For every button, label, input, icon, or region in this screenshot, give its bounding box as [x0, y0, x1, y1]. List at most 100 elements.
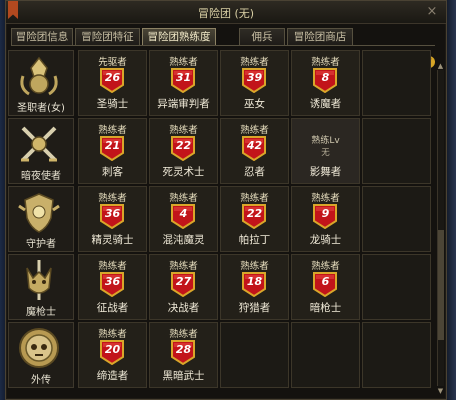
demon-spear-crest-icon — [26, 260, 52, 300]
proficiency-level: 8 — [321, 71, 330, 84]
scrollbar[interactable] — [437, 70, 444, 386]
proficiency-level: 4 — [179, 207, 188, 220]
character-name: 决战者 — [167, 302, 200, 314]
character-cell[interactable]: 熟练者 22 死灵术士 — [149, 118, 218, 184]
character-cell[interactable]: 先驱者 26 圣骑士 — [78, 50, 147, 116]
character-name: 征战者 — [96, 302, 129, 314]
proficiency-level: 22 — [246, 207, 263, 220]
character-name: 帕拉丁 — [238, 234, 271, 246]
proficiency-rank: 熟练者 — [240, 57, 269, 68]
class-name-label: 圣职者(女) — [17, 103, 65, 114]
character-cell[interactable]: 熟练者 9 龙骑士 — [291, 186, 360, 252]
class-header-0: 圣职者(女) — [8, 50, 74, 116]
close-icon[interactable]: × — [424, 4, 440, 20]
scrollbar-thumb[interactable] — [438, 230, 444, 340]
proficiency-level: 26 — [104, 71, 121, 84]
empty-cell — [291, 322, 360, 388]
character-name: 异端审判者 — [157, 98, 210, 110]
proficiency-level: 21 — [104, 139, 121, 152]
proficiency-rank: 熟练者 — [240, 261, 269, 272]
tab-mercenary[interactable]: 佣兵 — [239, 28, 285, 46]
character-cell[interactable]: 熟练者 36 精灵骑士 — [78, 186, 147, 252]
character-name: 缔造者 — [96, 370, 129, 382]
proficiency-level: 6 — [321, 275, 330, 288]
empty-cell — [362, 322, 431, 388]
character-cell[interactable]: 熟练者 22 帕拉丁 — [220, 186, 289, 252]
proficiency-level: 42 — [246, 139, 263, 152]
proficiency-rank: 熟练Lv — [311, 136, 340, 146]
title-bar[interactable]: 冒险团 (无) × — [6, 1, 446, 24]
skull-medallion-icon — [19, 328, 59, 368]
proficiency-level: 20 — [104, 343, 121, 356]
empty-cell — [362, 186, 431, 252]
crossed-blades-crest-icon — [21, 126, 57, 162]
character-name: 圣骑士 — [96, 98, 129, 110]
character-cell[interactable]: 熟练者 20 缔造者 — [78, 322, 147, 388]
character-cell[interactable]: 熟练者 6 暗枪士 — [291, 254, 360, 320]
character-name: 精灵骑士 — [91, 234, 134, 246]
proficiency-level: 31 — [175, 71, 192, 84]
character-cell[interactable]: 熟练Lv 无影舞者 — [291, 118, 360, 184]
character-cell[interactable]: 熟练者 18 狩猎者 — [220, 254, 289, 320]
proficiency-grid: 圣职者(女) 先驱者 26 圣骑士 熟练者 31 异端审判者 熟练者 39 巫女 熟练者 8 诱魔者 暗夜… — [8, 50, 431, 394]
character-name: 混沌魔灵 — [162, 234, 205, 246]
scroll-up-arrow-icon[interactable]: ▲ — [437, 62, 444, 70]
character-name: 影舞者 — [309, 166, 342, 178]
tab-underline — [11, 45, 435, 46]
shield-crest-icon — [18, 193, 60, 233]
tab-adventure-team-shop[interactable]: 冒险团商店 — [287, 28, 353, 46]
character-name: 死灵术士 — [162, 166, 205, 178]
proficiency-level: 36 — [104, 275, 121, 288]
proficiency-rank: 熟练者 — [98, 125, 127, 136]
proficiency-rank: 熟练者 — [240, 193, 269, 204]
proficiency-rank: 熟练者 — [240, 125, 269, 136]
proficiency-rank: 熟练者 — [98, 261, 127, 272]
proficiency-rank: 熟练者 — [98, 193, 127, 204]
character-cell[interactable]: 熟练者 36 征战者 — [78, 254, 147, 320]
class-header-4: 外传 — [8, 322, 74, 388]
proficiency-rank: 熟练者 — [311, 261, 340, 272]
scroll-down-arrow-icon[interactable]: ▼ — [437, 387, 444, 395]
character-cell[interactable]: 熟练者 27 决战者 — [149, 254, 218, 320]
proficiency-rank: 熟练者 — [169, 193, 198, 204]
proficiency-rank: 熟练者 — [311, 193, 340, 204]
character-cell[interactable]: 熟练者 42 忍者 — [220, 118, 289, 184]
proficiency-level: 28 — [175, 343, 192, 356]
proficiency-level: 36 — [104, 207, 121, 220]
empty-cell — [362, 50, 431, 116]
proficiency-level: 9 — [321, 207, 330, 220]
proficiency-level: 27 — [175, 275, 192, 288]
proficiency-rank: 熟练者 — [98, 329, 127, 340]
character-cell[interactable]: 熟练者 28 黑暗武士 — [149, 322, 218, 388]
proficiency-rank: 先驱者 — [98, 57, 127, 68]
proficiency-rank: 熟练者 — [169, 57, 198, 68]
tab-adventure-team-traits[interactable]: 冒险团特征 — [75, 28, 140, 46]
proficiency-rank: 熟练者 — [169, 125, 198, 136]
class-header-3: 魔枪士 — [8, 254, 74, 320]
character-name: 刺客 — [102, 166, 123, 178]
character-name: 龙骑士 — [309, 234, 342, 246]
empty-cell — [220, 322, 289, 388]
empty-cell — [362, 254, 431, 320]
tab-adventure-team-info[interactable]: 冒险团信息 — [11, 28, 73, 46]
character-name: 诱魔者 — [309, 98, 342, 110]
class-name-label: 守护者 — [26, 239, 56, 250]
proficiency-level: 18 — [246, 275, 263, 288]
character-cell[interactable]: 熟练者 8 诱魔者 — [291, 50, 360, 116]
character-name: 黑暗武士 — [162, 370, 205, 382]
proficiency-level: 39 — [246, 71, 263, 84]
character-cell[interactable]: 熟练者 39 巫女 — [220, 50, 289, 116]
tab-bar: 冒险团信息 冒险团特征 冒险团熟练度 佣兵 冒险团商店 — [11, 28, 441, 46]
class-name-label: 外传 — [31, 375, 51, 386]
proficiency-rank: 熟练者 — [169, 261, 198, 272]
tab-adventure-team-proficiency[interactable]: 冒险团熟练度 — [142, 28, 216, 46]
character-name: 巫女 — [244, 98, 265, 110]
character-cell[interactable]: 熟练者 31 异端审判者 — [149, 50, 218, 116]
proficiency-level: 22 — [175, 139, 192, 152]
character-cell[interactable]: 熟练者 21 刺客 — [78, 118, 147, 184]
mitre-crest-icon — [20, 56, 58, 96]
proficiency-level: 无 — [321, 148, 330, 158]
empty-cell — [362, 118, 431, 184]
character-cell[interactable]: 熟练者 4 混沌魔灵 — [149, 186, 218, 252]
class-name-label: 魔枪士 — [26, 307, 56, 318]
